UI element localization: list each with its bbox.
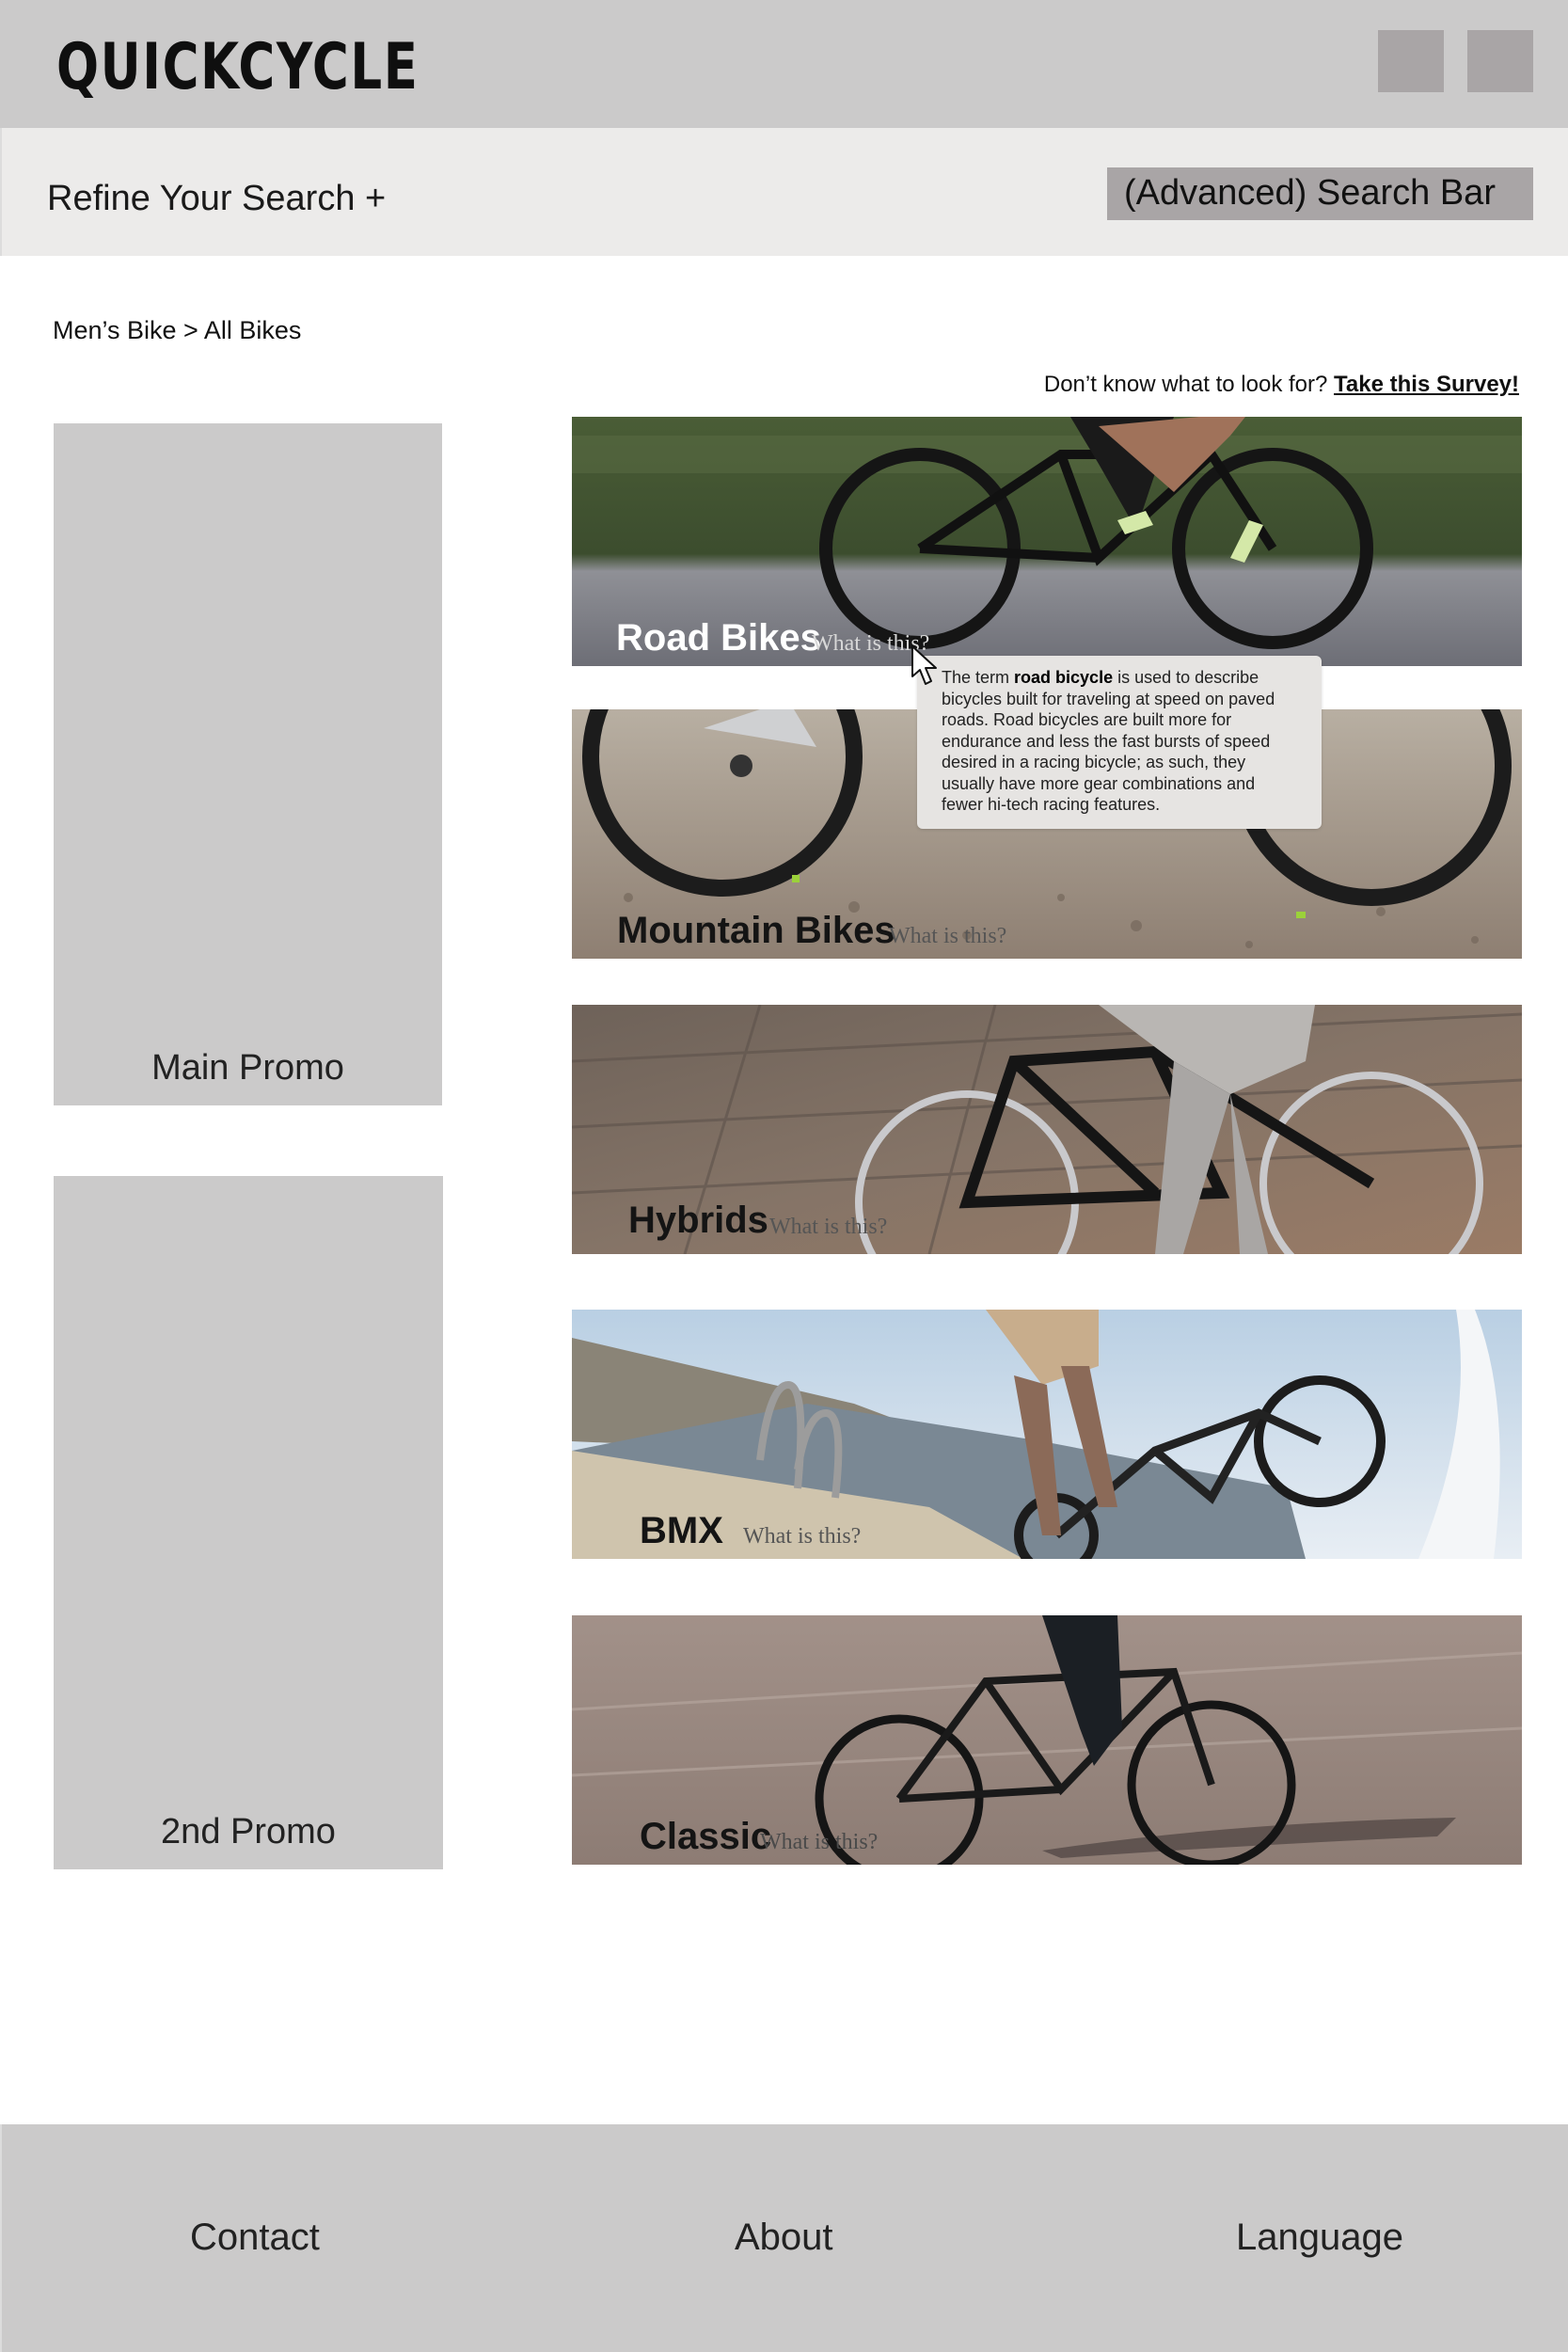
what-is-this-link[interactable]: What is this? — [769, 1215, 887, 1240]
footer-contact-link[interactable]: Contact — [190, 2217, 320, 2259]
category-road-bikes[interactable]: Road Bikes What is this? — [572, 417, 1522, 666]
tooltip-text-after: is used to describe bicycles built for t… — [942, 668, 1275, 814]
tooltip-term: road bicycle — [1014, 668, 1114, 687]
category-title: Mountain Bikes — [617, 910, 895, 951]
category-bmx[interactable]: BMX What is this? — [572, 1310, 1522, 1559]
category-classic[interactable]: Classic What is this? — [572, 1615, 1522, 1865]
survey-prompt-text: Don’t know what to look for? — [1043, 372, 1328, 397]
what-is-this-link[interactable]: What is this? — [743, 1524, 861, 1549]
site-logo[interactable]: QUICKCYCLE — [56, 30, 420, 104]
category-title: BMX — [640, 1510, 723, 1551]
account-icon[interactable] — [1378, 30, 1444, 92]
main-promo-label: Main Promo — [151, 1048, 344, 1088]
category-title: Hybrids — [628, 1200, 768, 1241]
refine-search-toggle[interactable]: Refine Your Search + — [47, 179, 386, 219]
category-title: Road Bikes — [616, 617, 821, 659]
category-hybrids[interactable]: Hybrids What is this? — [572, 1005, 1522, 1254]
footer-language-link[interactable]: Language — [1236, 2217, 1403, 2259]
cart-icon[interactable] — [1467, 30, 1533, 92]
category-title: Classic — [640, 1816, 772, 1857]
tooltip-text-before: The term — [942, 668, 1015, 687]
what-is-this-link[interactable]: What is this? — [889, 924, 1006, 949]
advanced-search-bar[interactable]: (Advanced) Search Bar — [1107, 167, 1533, 220]
road-bike-tooltip: The term road bicycle is used to describ… — [917, 656, 1322, 829]
mouse-cursor-icon — [911, 645, 937, 685]
what-is-this-link[interactable]: What is this? — [760, 1830, 878, 1855]
second-promo-label: 2nd Promo — [161, 1812, 336, 1851]
second-promo[interactable]: 2nd Promo — [54, 1176, 443, 1869]
main-promo[interactable]: Main Promo — [54, 423, 442, 1105]
survey-prompt: Don’t know what to look for? Take this S… — [1044, 372, 1519, 398]
footer-about-link[interactable]: About — [735, 2217, 833, 2259]
breadcrumb[interactable]: Men’s Bike > All Bikes — [53, 316, 301, 345]
survey-link[interactable]: Take this Survey! — [1334, 372, 1519, 397]
